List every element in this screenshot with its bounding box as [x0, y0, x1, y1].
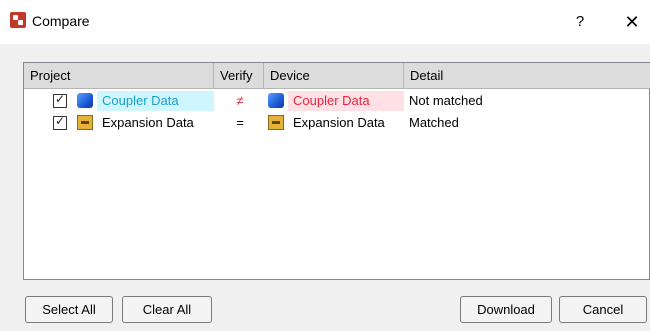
column-header-project[interactable]: Project: [24, 63, 214, 88]
download-button[interactable]: Download: [460, 296, 552, 323]
detail-text: Not matched: [409, 93, 483, 108]
coupler-cube-icon: [77, 93, 93, 108]
app-icon: [10, 12, 26, 28]
device-name: Coupler Data: [288, 91, 404, 111]
verify-status: ≠: [236, 93, 244, 108]
row-checkbox[interactable]: [53, 92, 67, 108]
table-row[interactable]: Expansion Data = Expansion Data Matched: [24, 113, 650, 133]
compare-list[interactable]: Project Verify Device Detail Coupler Dat…: [23, 62, 650, 280]
column-header-detail[interactable]: Detail: [404, 63, 650, 88]
coupler-cube-icon: [268, 93, 284, 108]
help-button[interactable]: ?: [566, 8, 594, 36]
list-header: Project Verify Device Detail: [24, 63, 650, 89]
expansion-module-icon: [268, 115, 284, 130]
column-header-device[interactable]: Device: [264, 63, 404, 88]
table-row[interactable]: Coupler Data ≠ Coupler Data Not matched: [24, 91, 650, 111]
row-checkbox[interactable]: [53, 114, 67, 130]
project-name: Expansion Data: [102, 115, 194, 130]
compare-dialog: Compare ? ✕ Project Verify Device Detail…: [0, 0, 650, 331]
expansion-module-icon: [77, 115, 93, 130]
title-bar: Compare ? ✕: [0, 0, 650, 44]
cancel-button[interactable]: Cancel: [559, 296, 647, 323]
close-button[interactable]: ✕: [618, 8, 646, 36]
verify-status: =: [236, 115, 244, 130]
detail-text: Matched: [409, 115, 459, 130]
window-title: Compare: [32, 13, 90, 29]
clear-all-button[interactable]: Clear All: [122, 296, 212, 323]
select-all-button[interactable]: Select All: [25, 296, 113, 323]
device-name: Expansion Data: [293, 115, 385, 130]
project-name: Coupler Data: [97, 91, 214, 111]
column-header-verify[interactable]: Verify: [214, 63, 264, 88]
